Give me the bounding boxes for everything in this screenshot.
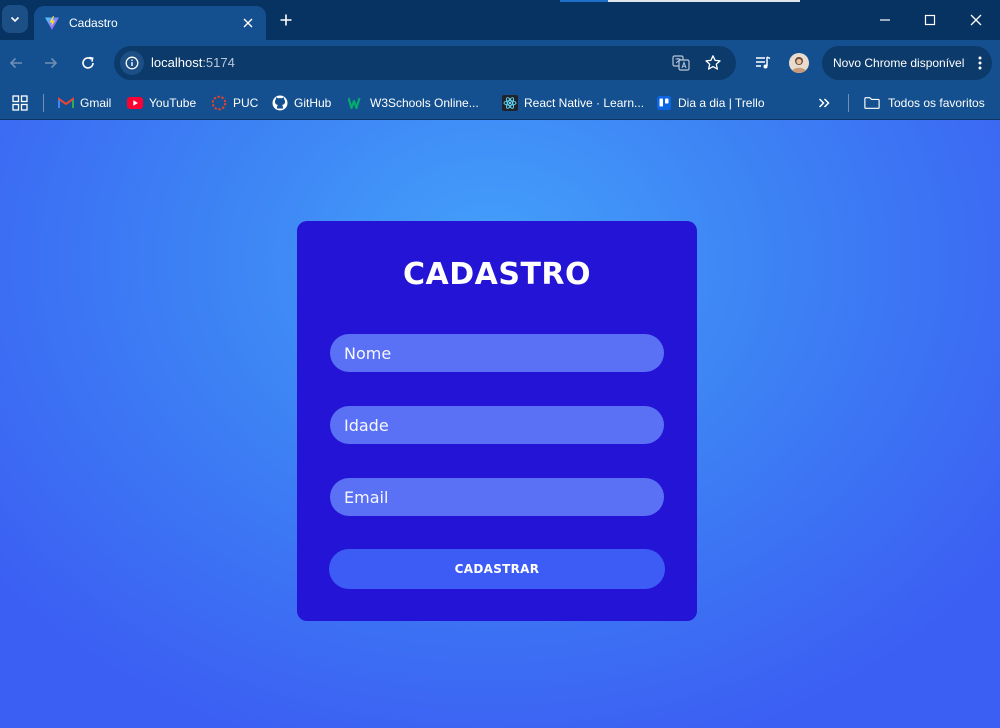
reload-button[interactable] xyxy=(77,52,99,74)
forward-button[interactable] xyxy=(40,52,62,74)
bookmark-w3schools[interactable]: W3Schools Online... xyxy=(348,92,479,114)
apps-grid-icon xyxy=(12,95,28,111)
puc-icon xyxy=(211,95,227,111)
bookmark-label: PUC xyxy=(233,96,259,110)
maximize-button[interactable] xyxy=(918,8,942,32)
url-host: localhost xyxy=(151,55,203,70)
tab-close-icon[interactable] xyxy=(238,13,258,33)
bookmark-puc[interactable]: PUC xyxy=(211,92,258,114)
bookmarks-bar: Gmail YouTube PUC GitHub W3Schools Onlin… xyxy=(0,86,1000,120)
arrow-right-icon xyxy=(45,57,58,69)
address-bar[interactable]: localhost:5174 xyxy=(114,46,736,80)
bookmark-trello[interactable]: Dia a dia | Trello xyxy=(656,92,765,114)
profile-avatar[interactable] xyxy=(789,53,809,73)
new-tab-button[interactable] xyxy=(276,10,296,30)
bookmark-star-icon[interactable] xyxy=(704,54,722,72)
register-form-card: CADASTRO CADASTRAR xyxy=(297,221,697,621)
email-input[interactable] xyxy=(330,478,664,516)
bookmark-gmail[interactable]: Gmail xyxy=(58,92,111,114)
close-window-button[interactable] xyxy=(964,8,988,32)
tab-strip-indicator xyxy=(560,0,800,2)
update-label: Novo Chrome disponível xyxy=(833,56,965,70)
more-bookmarks-button[interactable] xyxy=(817,92,831,114)
react-icon xyxy=(502,95,518,111)
media-controls-icon[interactable] xyxy=(752,52,774,74)
minimize-icon xyxy=(880,19,890,21)
all-bookmarks-label: Todos os favoritos xyxy=(888,96,985,110)
bookmark-label: W3Schools Online... xyxy=(370,96,479,110)
arrow-left-icon xyxy=(9,57,22,69)
profile-photo-icon xyxy=(791,57,807,73)
gmail-icon xyxy=(58,95,74,111)
tab-title: Cadastro xyxy=(69,16,118,30)
reload-icon xyxy=(82,56,94,69)
plus-icon xyxy=(280,14,292,26)
all-bookmarks-button[interactable]: Todos os favoritos xyxy=(864,92,985,114)
chrome-update-button[interactable]: Novo Chrome disponível xyxy=(822,46,992,80)
vite-logo-icon xyxy=(44,15,60,31)
title-bar: Cadastro xyxy=(0,0,1000,40)
youtube-icon xyxy=(127,95,143,111)
bookmarks-divider xyxy=(848,94,849,112)
info-icon xyxy=(125,56,139,70)
register-button[interactable]: CADASTRAR xyxy=(329,549,665,589)
form-title: CADASTRO xyxy=(402,257,592,292)
bookmark-label: Gmail xyxy=(80,96,112,110)
w3schools-icon xyxy=(348,95,364,111)
site-info-button[interactable] xyxy=(120,51,144,75)
close-icon xyxy=(970,14,982,26)
tab-search-button[interactable] xyxy=(2,5,28,33)
translate-icon[interactable] xyxy=(672,54,690,72)
folder-icon xyxy=(864,95,880,111)
url-port: :5174 xyxy=(202,55,235,70)
bookmark-label: React Native · Learn... xyxy=(524,96,645,110)
github-icon xyxy=(272,95,288,111)
bookmark-youtube[interactable]: YouTube xyxy=(127,92,196,114)
bookmark-label: YouTube xyxy=(149,96,197,110)
bookmark-react-native[interactable]: React Native · Learn... xyxy=(502,92,644,114)
page-viewport: CADASTRO CADASTRAR xyxy=(0,120,1000,728)
apps-button[interactable] xyxy=(12,92,28,114)
bookmarks-divider xyxy=(43,94,44,112)
bookmark-label: Dia a dia | Trello xyxy=(678,96,765,110)
back-button[interactable] xyxy=(5,52,27,74)
chevron-double-right-icon xyxy=(818,98,830,108)
trello-icon xyxy=(656,95,672,111)
minimize-button[interactable] xyxy=(873,8,897,32)
age-input[interactable] xyxy=(330,406,664,444)
maximize-icon xyxy=(924,14,936,26)
name-input[interactable] xyxy=(330,334,664,372)
browser-tab[interactable]: Cadastro xyxy=(34,6,266,40)
bookmark-label: GitHub xyxy=(294,96,332,110)
chevron-down-icon xyxy=(10,16,20,23)
url-text: localhost:5174 xyxy=(151,55,235,70)
bookmark-github[interactable]: GitHub xyxy=(272,92,331,114)
more-options-icon[interactable] xyxy=(972,53,988,73)
browser-toolbar: localhost:5174 Novo Chrome disponível xyxy=(0,40,1000,86)
